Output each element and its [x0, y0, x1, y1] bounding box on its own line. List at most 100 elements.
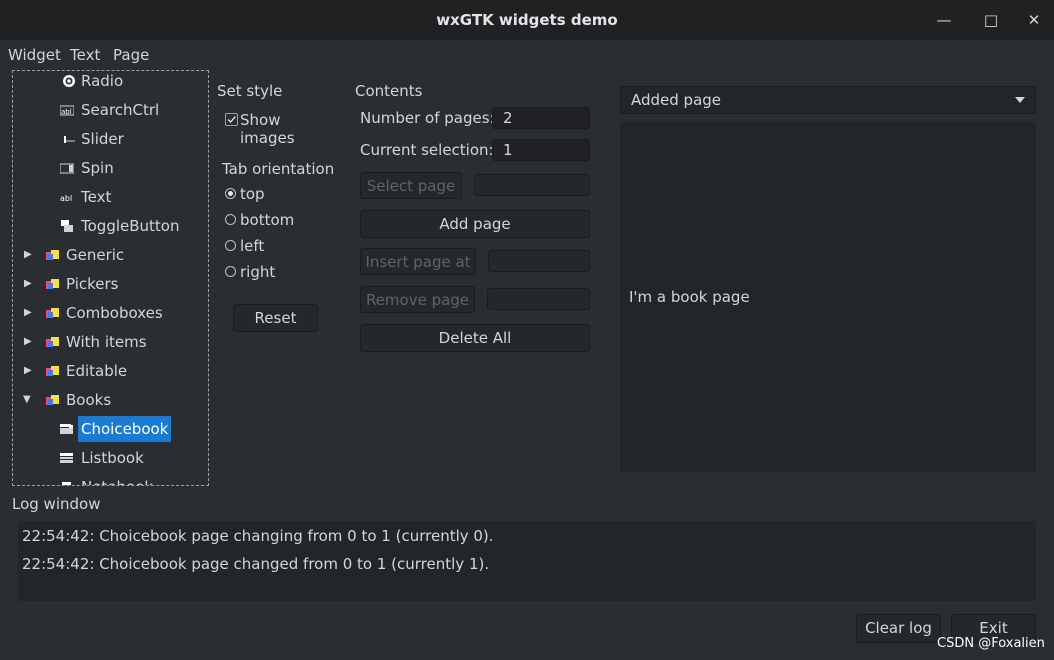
- book-page-panel: I'm a book page: [620, 122, 1036, 472]
- svg-text:abl: abl: [60, 194, 72, 203]
- remove-page-button[interactable]: Remove page: [360, 286, 475, 313]
- reset-button[interactable]: Reset: [233, 304, 318, 332]
- radio-unselected-icon: [225, 240, 236, 251]
- text-icon: abl: [60, 194, 72, 203]
- minimize-icon[interactable]: —: [932, 8, 956, 32]
- tree-label: Editable: [66, 362, 128, 380]
- close-icon[interactable]: ✕: [1022, 8, 1046, 32]
- category-icon: [46, 279, 59, 289]
- current-selection-field: 1: [492, 139, 590, 161]
- radio-icon: [63, 75, 75, 87]
- select-page-button[interactable]: Select page: [360, 172, 462, 199]
- tree-label: Generic: [66, 246, 125, 264]
- menu-bar: [0, 40, 1054, 70]
- widget-tree[interactable]: Radio abl SearchCtrl Slider Spin abl Tex…: [12, 70, 209, 486]
- category-icon: [46, 395, 59, 405]
- tree-label: With items: [66, 333, 147, 351]
- expand-arrow-icon[interactable]: ▶: [24, 366, 34, 376]
- slider-icon: [64, 136, 75, 143]
- tree-item-text[interactable]: abl Text: [13, 184, 208, 210]
- tree-item-listbook[interactable]: Listbook: [13, 445, 208, 471]
- delete-all-button[interactable]: Delete All: [360, 324, 590, 352]
- tree-item-slider[interactable]: Slider: [13, 126, 208, 152]
- tree-label: Books: [66, 391, 112, 409]
- tree-item-notebook[interactable]: Notebook: [13, 474, 208, 485]
- select-page-input[interactable]: [474, 174, 590, 196]
- log-line: 22:54:42: Choicebook page changing from …: [22, 527, 494, 545]
- category-icon: [46, 250, 59, 260]
- book-icon: [60, 453, 73, 463]
- radio-bottom[interactable]: bottom: [224, 211, 304, 229]
- tree-label: SearchCtrl: [81, 101, 160, 119]
- page-choice-dropdown[interactable]: Added page: [620, 86, 1036, 114]
- tree-category-comboboxes[interactable]: ▶ Comboboxes: [13, 300, 208, 326]
- radio-bottom-label: bottom: [240, 211, 295, 229]
- show-images-checkbox[interactable]: Show images: [222, 111, 332, 147]
- expand-arrow-icon[interactable]: ▶: [24, 250, 34, 260]
- tree-label: Listbook: [81, 449, 144, 467]
- radio-left[interactable]: left: [224, 237, 304, 255]
- set-style-heading: Set style: [217, 82, 283, 100]
- book-page-text: I'm a book page: [629, 288, 750, 306]
- category-icon: [46, 308, 59, 318]
- togglebutton-icon: [61, 220, 73, 232]
- tree-label: Radio: [81, 72, 124, 90]
- chevron-down-icon: [1015, 97, 1025, 103]
- tree-label: ToggleButton: [81, 217, 180, 235]
- tree-item-choicebook[interactable]: Choicebook: [13, 416, 208, 442]
- add-page-button[interactable]: Add page: [360, 210, 590, 238]
- show-images-label: Show images: [240, 111, 295, 147]
- current-selection-label: Current selection:: [360, 141, 494, 159]
- insert-page-at-input[interactable]: [488, 250, 590, 272]
- book-icon: [60, 424, 73, 434]
- book-icon: [62, 482, 71, 485]
- page-choice-value: Added page: [631, 91, 722, 109]
- radio-top[interactable]: top: [224, 185, 304, 203]
- category-icon: [46, 337, 59, 347]
- expand-arrow-icon[interactable]: ▶: [24, 308, 34, 318]
- menu-text[interactable]: Text: [70, 46, 100, 64]
- radio-right-label: right: [240, 263, 276, 281]
- radio-unselected-icon: [225, 214, 236, 225]
- svg-text:abl: abl: [61, 108, 72, 116]
- tree-label: Text: [81, 188, 112, 206]
- spin-icon: [60, 163, 74, 174]
- insert-page-at-button[interactable]: Insert page at: [360, 248, 476, 275]
- log-text-area[interactable]: 22:54:42: Choicebook page changing from …: [18, 521, 1036, 601]
- remove-page-input[interactable]: [487, 288, 590, 310]
- tree-item-searchctrl[interactable]: abl SearchCtrl: [13, 97, 208, 123]
- expand-arrow-icon[interactable]: ▶: [24, 337, 34, 347]
- checkbox-checked-icon: [225, 113, 238, 126]
- category-icon: [46, 366, 59, 376]
- number-of-pages-field: 2: [492, 107, 590, 129]
- number-of-pages-label: Number of pages:: [360, 109, 495, 127]
- expand-arrow-icon[interactable]: ▶: [24, 279, 34, 289]
- menu-page[interactable]: Page: [113, 46, 149, 64]
- collapse-arrow-icon[interactable]: ▼: [23, 395, 33, 405]
- maximize-icon[interactable]: □: [979, 8, 1003, 32]
- tree-category-editable[interactable]: ▶ Editable: [13, 358, 208, 384]
- searchctrl-icon: abl: [60, 105, 74, 116]
- radio-unselected-icon: [225, 266, 236, 277]
- tree-label: Notebook: [78, 474, 156, 485]
- menu-widget[interactable]: Widget: [8, 46, 61, 64]
- radio-top-label: top: [240, 185, 265, 203]
- log-window-heading: Log window: [12, 495, 101, 513]
- tree-label: Spin: [81, 159, 114, 177]
- radio-right[interactable]: right: [224, 263, 304, 281]
- tree-category-pickers[interactable]: ▶ Pickers: [13, 271, 208, 297]
- tab-orientation-heading: Tab orientation: [222, 160, 335, 178]
- tree-category-generic[interactable]: ▶ Generic: [13, 242, 208, 268]
- tree-category-with-items[interactable]: ▶ With items: [13, 329, 208, 355]
- tree-category-books[interactable]: ▼ Books: [13, 387, 208, 413]
- tree-item-spin[interactable]: Spin: [13, 155, 208, 181]
- tree-label-selected: Choicebook: [78, 416, 172, 442]
- tree-label: Pickers: [66, 275, 119, 293]
- tree-label: Comboboxes: [66, 304, 163, 322]
- tree-item-radio[interactable]: Radio: [13, 71, 208, 94]
- clear-log-button[interactable]: Clear log: [856, 614, 941, 643]
- radio-selected-icon: [225, 188, 236, 199]
- tree-item-togglebutton[interactable]: ToggleButton: [13, 213, 208, 239]
- contents-heading: Contents: [355, 82, 423, 100]
- window-title: wxGTK widgets demo: [436, 11, 618, 29]
